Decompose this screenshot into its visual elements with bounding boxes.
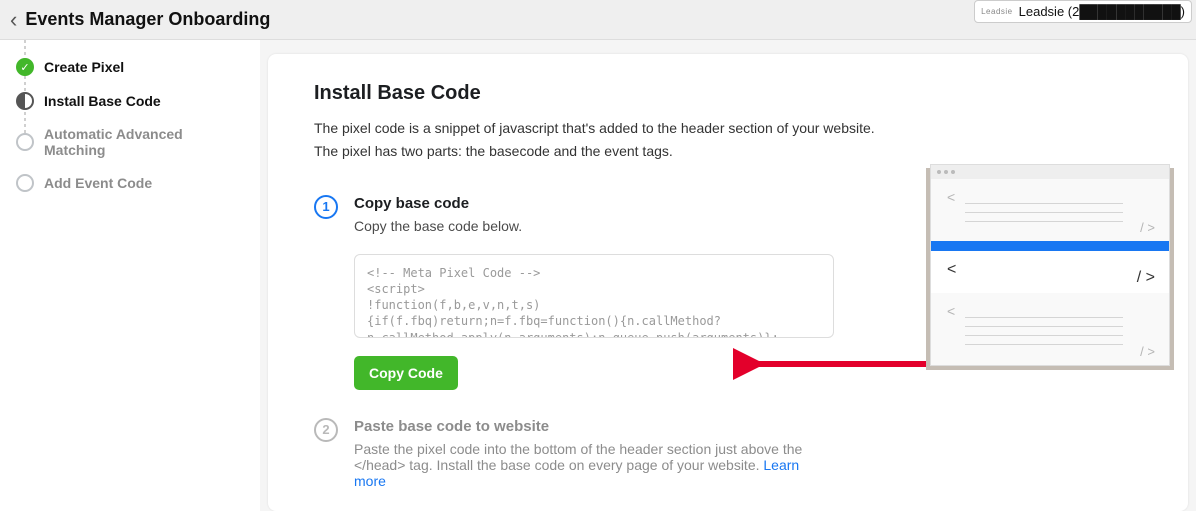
step-number-1: 1 [314, 195, 338, 219]
circle-icon [16, 174, 34, 192]
step-label: Add Event Code [44, 175, 152, 191]
check-icon: ✓ [16, 58, 34, 76]
account-logo: Leadsie [981, 7, 1013, 16]
step-paste-base-code: 2 Paste base code to website Paste the p… [314, 418, 1142, 489]
step-title: Paste base code to website [354, 418, 834, 435]
section-description: The pixel code is a snippet of javascrip… [314, 119, 1142, 138]
step-subtitle: Copy the base code below. [354, 218, 834, 234]
section-heading: Install Base Code [314, 82, 1142, 105]
pixel-code-snippet[interactable]: <!-- Meta Pixel Code --> <script> !funct… [354, 254, 834, 338]
step-label: Automatic Advanced Matching [44, 126, 244, 158]
step-label: Install Base Code [44, 93, 161, 109]
step-subtitle: Paste the pixel code into the bottom of … [354, 441, 834, 489]
step-subtitle-text: Paste the pixel code into the bottom of … [354, 441, 802, 473]
code-placement-illustration: < / > < / > < / > [930, 164, 1170, 366]
step-install-base-code[interactable]: Install Base Code [16, 92, 244, 110]
copy-code-button[interactable]: Copy Code [354, 356, 458, 390]
half-circle-icon [16, 92, 34, 110]
main-panel: Install Base Code The pixel code is a sn… [268, 54, 1188, 511]
account-name: Leadsie (2███████████) [1019, 4, 1185, 19]
onboarding-sidebar: ✓ Create Pixel Install Base Code Automat… [0, 40, 260, 511]
page-title: Events Manager Onboarding [25, 9, 270, 30]
step-title: Copy base code [354, 195, 834, 212]
back-icon[interactable]: ‹ [10, 7, 17, 33]
step-automatic-advanced-matching[interactable]: Automatic Advanced Matching [16, 126, 244, 158]
circle-icon [16, 133, 34, 151]
step-label: Create Pixel [44, 59, 124, 75]
account-selector[interactable]: Leadsie Leadsie (2███████████) [974, 0, 1192, 23]
step-add-event-code[interactable]: Add Event Code [16, 174, 244, 192]
step-create-pixel[interactable]: ✓ Create Pixel [16, 58, 244, 76]
section-description: The pixel has two parts: the basecode an… [314, 142, 1142, 161]
step-number-2: 2 [314, 418, 338, 442]
